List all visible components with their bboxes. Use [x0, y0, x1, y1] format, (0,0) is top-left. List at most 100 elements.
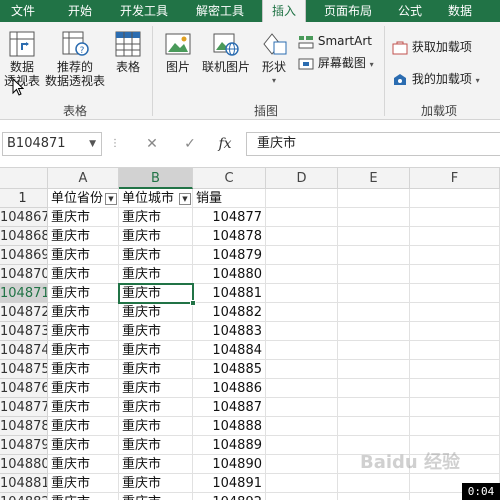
cell-sales[interactable]: 104880 — [193, 265, 266, 284]
cell[interactable] — [338, 265, 410, 284]
pictures-button[interactable]: 图片 — [160, 30, 196, 74]
cell[interactable] — [338, 417, 410, 436]
cell-sales[interactable]: 104882 — [193, 303, 266, 322]
cell[interactable] — [338, 189, 410, 208]
get-addins-button[interactable]: 获取加载项 — [392, 38, 472, 56]
cell-sales[interactable]: 104878 — [193, 227, 266, 246]
tab-data[interactable]: 数据 — [438, 0, 482, 22]
cell-province[interactable]: 重庆市 — [48, 208, 119, 227]
cell-city[interactable]: 重庆市 — [119, 227, 193, 246]
cell-city[interactable]: 重庆市 — [119, 417, 193, 436]
tab-home[interactable]: 开始 — [56, 0, 104, 22]
cell[interactable] — [266, 227, 338, 246]
cell-province[interactable]: 重庆市 — [48, 246, 119, 265]
row-header[interactable]: 104876 — [0, 379, 48, 398]
cell-province[interactable]: 重庆市 — [48, 417, 119, 436]
cell[interactable] — [338, 493, 410, 500]
select-all-corner[interactable] — [0, 168, 48, 189]
cell[interactable] — [266, 322, 338, 341]
cell[interactable] — [338, 208, 410, 227]
tab-page-layout[interactable]: 页面布局 — [314, 0, 382, 22]
column-header-f[interactable]: F — [410, 168, 500, 189]
cell[interactable] — [266, 284, 338, 303]
cell-province[interactable]: 重庆市 — [48, 493, 119, 500]
cell[interactable] — [410, 265, 500, 284]
header-cell-sales[interactable]: 销量 — [193, 189, 266, 208]
column-header-e[interactable]: E — [338, 168, 410, 189]
cell[interactable] — [266, 493, 338, 500]
column-header-b[interactable]: B — [119, 168, 193, 189]
cell-city[interactable]: 重庆市 — [119, 360, 193, 379]
cell[interactable] — [266, 265, 338, 284]
fill-handle[interactable] — [190, 300, 196, 306]
cell-city[interactable]: 重庆市 — [119, 208, 193, 227]
row-header[interactable]: 104871 — [0, 284, 48, 303]
cell-city[interactable]: 重庆市 — [119, 265, 193, 284]
cancel-icon[interactable]: ✕ — [140, 132, 164, 156]
cell[interactable] — [338, 227, 410, 246]
cell-province[interactable]: 重庆市 — [48, 379, 119, 398]
cell-province[interactable]: 重庆市 — [48, 284, 119, 303]
filter-dropdown-icon[interactable]: ▼ — [105, 193, 117, 205]
row-header[interactable]: 104872 — [0, 303, 48, 322]
cell[interactable] — [266, 455, 338, 474]
cell[interactable] — [410, 246, 500, 265]
smartart-button[interactable]: SmartArt — [298, 32, 372, 50]
cell[interactable] — [410, 208, 500, 227]
cell[interactable] — [338, 303, 410, 322]
cell-sales[interactable]: 104891 — [193, 474, 266, 493]
cell-sales[interactable]: 104884 — [193, 341, 266, 360]
cell-sales[interactable]: 104888 — [193, 417, 266, 436]
column-header-a[interactable]: A — [48, 168, 119, 189]
cell-city[interactable]: 重庆市 — [119, 246, 193, 265]
formula-input[interactable]: 重庆市 — [246, 132, 500, 156]
cell[interactable] — [266, 436, 338, 455]
row-header[interactable]: 104878 — [0, 417, 48, 436]
tab-insert[interactable]: 插入 — [262, 0, 306, 22]
cell-province[interactable]: 重庆市 — [48, 360, 119, 379]
tab-formulas[interactable]: 公式 — [388, 0, 432, 22]
cell-province[interactable]: 重庆市 — [48, 227, 119, 246]
row-header[interactable]: 104879 — [0, 436, 48, 455]
cell-city[interactable]: 重庆市 — [119, 379, 193, 398]
cell-province[interactable]: 重庆市 — [48, 341, 119, 360]
row-header[interactable]: 104874 — [0, 341, 48, 360]
cell[interactable] — [338, 360, 410, 379]
row-header[interactable]: 104880 — [0, 455, 48, 474]
cell[interactable] — [410, 189, 500, 208]
cell[interactable] — [266, 341, 338, 360]
cell[interactable] — [338, 284, 410, 303]
cell[interactable] — [338, 341, 410, 360]
cell-city[interactable]: 重庆市 — [119, 322, 193, 341]
cell[interactable] — [266, 189, 338, 208]
cell[interactable] — [266, 398, 338, 417]
my-addins-button[interactable]: 我的加载项 ▾ — [392, 70, 480, 88]
screenshot-button[interactable]: 屏幕截图 ▾ — [298, 54, 374, 72]
cell[interactable] — [266, 417, 338, 436]
row-header[interactable]: 104870 — [0, 265, 48, 284]
row-header[interactable]: 104875 — [0, 360, 48, 379]
cell-province[interactable]: 重庆市 — [48, 436, 119, 455]
cell-city[interactable]: 重庆市 — [119, 474, 193, 493]
cell-province[interactable]: 重庆市 — [48, 455, 119, 474]
cell-sales[interactable]: 104892 — [193, 493, 266, 500]
cell[interactable] — [338, 398, 410, 417]
cell-city[interactable]: 重庆市 — [119, 341, 193, 360]
cell-sales[interactable]: 104881 — [193, 284, 266, 303]
cell-sales[interactable]: 104887 — [193, 398, 266, 417]
row-header[interactable]: 104877 — [0, 398, 48, 417]
cell-sales[interactable]: 104879 — [193, 246, 266, 265]
shapes-button[interactable]: 形状 ▾ — [256, 30, 292, 88]
table-button[interactable]: 表格 — [110, 30, 146, 74]
cell[interactable] — [410, 227, 500, 246]
cell-province[interactable]: 重庆市 — [48, 303, 119, 322]
cell[interactable] — [410, 322, 500, 341]
insert-function-icon[interactable]: fx — [212, 132, 238, 156]
cell-province[interactable]: 重庆市 — [48, 474, 119, 493]
online-pictures-button[interactable]: 联机图片 — [198, 30, 254, 74]
row-header[interactable]: 104869 — [0, 246, 48, 265]
column-header-d[interactable]: D — [266, 168, 338, 189]
row-header[interactable]: 104868 — [0, 227, 48, 246]
cell-province[interactable]: 重庆市 — [48, 398, 119, 417]
cell[interactable] — [266, 208, 338, 227]
